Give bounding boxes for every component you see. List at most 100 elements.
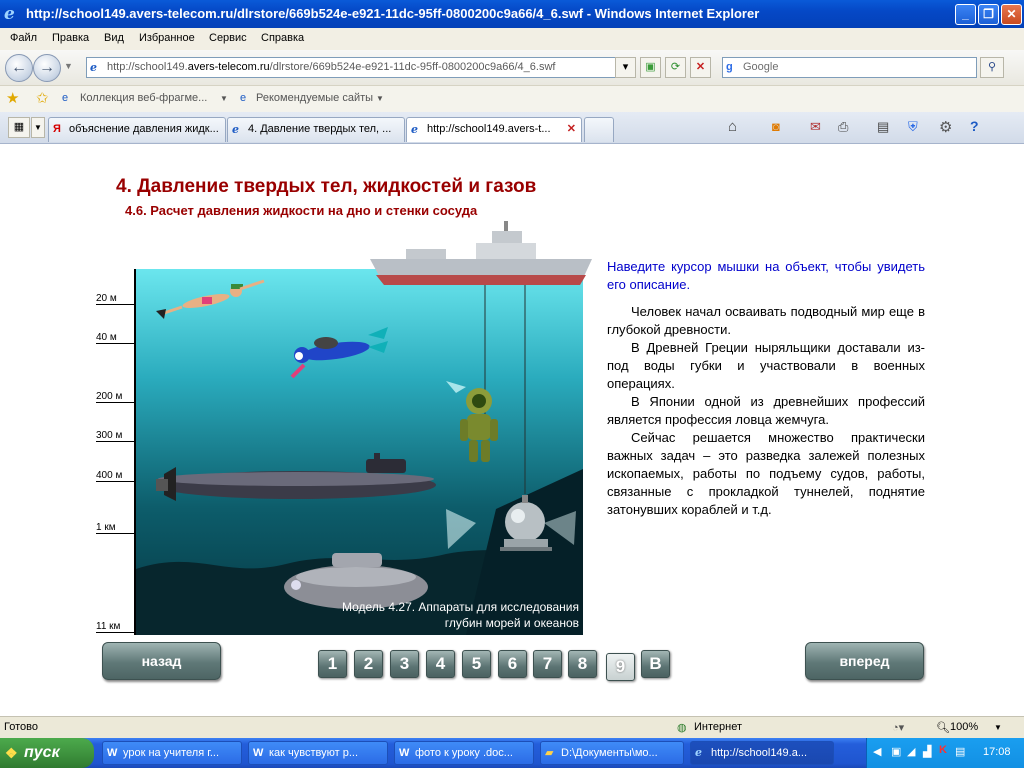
favorites-item-suggested[interactable]: Рекомендуемые сайты — [256, 92, 373, 104]
address-input[interactable]: e http://school149.avers-telecom.ru/dlrs… — [86, 57, 634, 78]
search-input[interactable]: g Google — [722, 57, 977, 78]
signal-icon[interactable]: ▟ — [923, 745, 931, 758]
back-nav-button[interactable]: ← — [5, 54, 33, 82]
maximize-button[interactable]: ❐ — [978, 4, 999, 25]
globe-icon: ◍ — [677, 722, 687, 734]
search-button[interactable]: ⚲ — [980, 57, 1004, 78]
home-icon[interactable]: ⌂ — [728, 118, 737, 135]
next-button[interactable]: вперед — [805, 642, 924, 680]
clock: 17:08 — [983, 746, 1011, 758]
menu-file[interactable]: Файл — [10, 32, 37, 44]
paragraph: Сейчас решается множество практически ва… — [607, 430, 925, 517]
taskbar-item-word2[interactable]: W как чувствуют р... — [248, 741, 388, 765]
tab-list-button[interactable]: ▼ — [31, 117, 45, 138]
taskbar-item-ie[interactable]: e http://school149.a... — [690, 741, 834, 765]
compatibility-button[interactable]: ▣ — [640, 57, 661, 78]
favorites-star-icon[interactable]: ★ — [6, 89, 19, 107]
quick-tabs-button[interactable]: ▦ — [8, 117, 30, 138]
status-bar: Готово ◍ Интернет ◔▾ 🔍︎ 100% ▼ — [0, 716, 1024, 738]
page-button-5[interactable]: 5 — [462, 650, 491, 678]
yandex-icon: Я — [53, 123, 61, 135]
caption-line1: Модель 4.27. Аппараты для исследования — [341, 600, 579, 614]
menu-view[interactable]: Вид — [104, 32, 124, 44]
close-tab-icon[interactable]: ✕ — [567, 118, 576, 141]
compatibility-icon: ▣ — [645, 61, 656, 73]
start-button[interactable]: ❖ пуск — [0, 738, 94, 768]
volume-icon[interactable]: ◢ — [907, 745, 915, 758]
close-icon: ✕ — [1006, 7, 1017, 21]
tab-pressure[interactable]: e 4. Давление твердых тел, ... — [227, 117, 405, 142]
page-button-questions[interactable]: В — [641, 650, 670, 678]
ie-icon: e — [232, 123, 239, 136]
tray-arrow-icon[interactable]: ◀ — [873, 745, 881, 758]
help-icon[interactable]: ? — [970, 118, 979, 134]
safety-icon[interactable]: ⛨ — [908, 119, 918, 135]
chevron-down-icon[interactable]: ▼ — [994, 723, 1002, 732]
zoom-level[interactable]: 100% — [950, 721, 978, 733]
ie-icon: e — [411, 123, 418, 136]
tab-yandex[interactable]: Я объяснение давления жидк... — [48, 117, 226, 142]
forward-nav-button[interactable]: → — [33, 54, 61, 82]
menu-help[interactable]: Справка — [261, 32, 304, 44]
taskbar-item-folder[interactable]: ▰ D:\Документы\мо... — [540, 741, 684, 765]
feeds-icon[interactable]: ◙ — [772, 119, 780, 134]
taskbar-item-word3[interactable]: W фото к уроку .doc... — [394, 741, 534, 765]
favorites-item-webslices[interactable]: Коллекция веб-фрагме... — [80, 92, 207, 104]
page-button-1[interactable]: 1 — [318, 650, 347, 678]
address-dropdown-button[interactable]: ▾ — [615, 57, 636, 78]
page-button-3[interactable]: 3 — [390, 650, 419, 678]
minimize-icon: _ — [962, 7, 969, 21]
chevron-down-icon: ▼ — [34, 123, 42, 132]
page-button-2[interactable]: 2 — [354, 650, 383, 678]
zoom-icon: 🔍︎ — [936, 722, 950, 734]
new-tab-button[interactable] — [584, 117, 614, 142]
print-icon[interactable]: ⎙ — [838, 119, 848, 135]
depth-tick: 200 м — [96, 391, 136, 403]
tab-label: http://school149.avers-t... — [427, 123, 551, 135]
gear-icon[interactable]: ⚙ — [939, 118, 952, 136]
ie-fav-icon: e — [62, 92, 69, 104]
page-button-7[interactable]: 7 — [533, 650, 562, 678]
scuba-diver[interactable] — [290, 327, 388, 379]
hard-suit-diver[interactable] — [446, 381, 498, 462]
word-icon: W — [107, 747, 118, 759]
history-dropdown-icon[interactable]: ▼ — [64, 61, 73, 71]
menu-favorites[interactable]: Избранное — [139, 32, 195, 44]
taskbar-item-word1[interactable]: W урок на учителя г... — [102, 741, 242, 765]
page-button-6[interactable]: 6 — [498, 650, 527, 678]
tab-current[interactable]: e http://school149.avers-t... ✕ — [406, 117, 582, 142]
depth-tick: 1 км — [96, 522, 136, 534]
url-suffix: /dlrstore/669b524e-e921-11dc-95ff-080020… — [269, 61, 556, 73]
network-icon[interactable]: ▣ — [891, 745, 901, 758]
protected-mode-icon[interactable]: ◔▾ — [892, 721, 904, 734]
magnifier-icon: ⚲ — [987, 61, 997, 73]
system-tray: ◀ ▣ ◢ ▟ K ▤ 17:08 — [866, 738, 1024, 768]
stop-button[interactable]: ✕ — [690, 57, 711, 78]
depth-tick: 40 м — [96, 332, 136, 344]
kaspersky-icon[interactable]: K — [939, 744, 947, 756]
language-flag-icon[interactable]: ▤ — [955, 745, 965, 758]
window-title: http://school149.avers-telecom.ru/dlrsto… — [26, 6, 760, 21]
start-label: пуск — [24, 744, 60, 761]
submarine[interactable] — [156, 453, 436, 501]
add-favorite-icon[interactable]: ✩ — [36, 89, 49, 107]
menu-edit[interactable]: Правка — [52, 32, 89, 44]
refresh-button[interactable]: ⟳ — [665, 57, 686, 78]
back-button[interactable]: назад — [102, 642, 221, 680]
minimize-button[interactable]: _ — [955, 4, 976, 25]
menu-tools[interactable]: Сервис — [209, 32, 247, 44]
page-menu-icon[interactable]: ▤ — [877, 119, 889, 135]
page-button-9-current[interactable]: 9 — [606, 653, 635, 681]
chevron-down-icon[interactable]: ▼ — [220, 94, 228, 103]
close-button[interactable]: ✕ — [1001, 4, 1022, 25]
chevron-down-icon: ▾ — [622, 61, 629, 73]
page-title: 4. Давление твердых тел, жидкостей и газ… — [116, 176, 537, 197]
mail-icon[interactable]: ✉ — [810, 119, 821, 135]
navigation-bar: ← → ▼ e http://school149.avers-telecom.r… — [0, 50, 1024, 86]
paragraph: В Древней Греции ныряльщики доставали из… — [607, 340, 925, 391]
page-button-8[interactable]: 8 — [568, 650, 597, 678]
page-button-4[interactable]: 4 — [426, 650, 455, 678]
ship[interactable] — [366, 219, 596, 289]
chevron-down-icon[interactable]: ▼ — [376, 94, 384, 103]
menu-bar: Файл Правка Вид Избранное Сервис Справка — [0, 28, 1024, 50]
